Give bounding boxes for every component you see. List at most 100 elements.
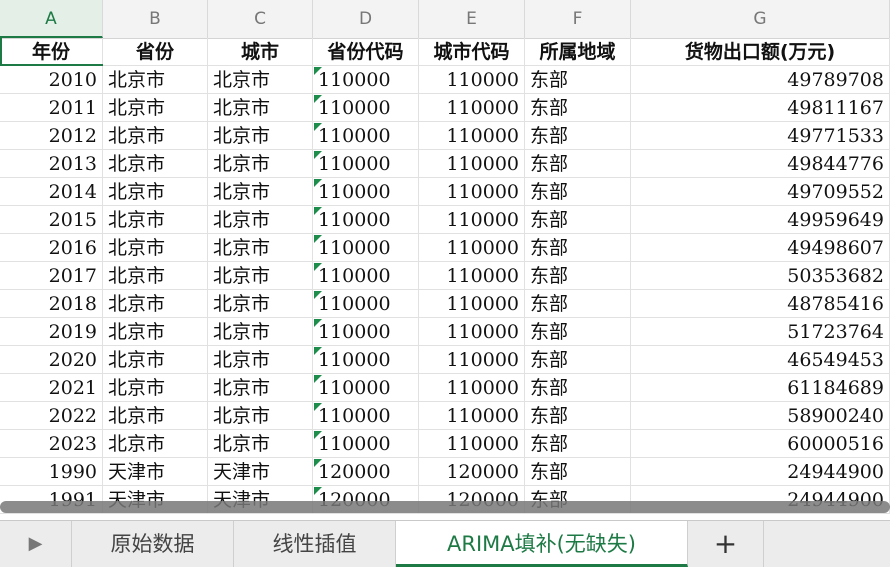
cell-export-value[interactable]: 48785416 bbox=[631, 290, 890, 318]
cell-province-code[interactable]: 110000 bbox=[313, 66, 419, 94]
column-header-a[interactable]: A bbox=[0, 0, 103, 38]
header-cell-city[interactable]: 城市 bbox=[208, 38, 313, 66]
cell-city-code[interactable]: 120000 bbox=[419, 458, 525, 486]
cell-province[interactable]: 天津市 bbox=[103, 458, 208, 486]
tab-arima-filled[interactable]: ARIMA填补(无缺失) bbox=[396, 521, 688, 567]
tab-raw-data[interactable]: 原始数据 bbox=[72, 521, 234, 567]
cell-province-code[interactable]: 110000 bbox=[313, 234, 419, 262]
cell-export-value[interactable]: 61184689 bbox=[631, 374, 890, 402]
cell-province[interactable]: 北京市 bbox=[103, 66, 208, 94]
cell-region[interactable]: 东部 bbox=[525, 94, 631, 122]
cell-city[interactable]: 北京市 bbox=[208, 290, 313, 318]
cell-export-value[interactable]: 58900240 bbox=[631, 402, 890, 430]
cell-region[interactable]: 东部 bbox=[525, 458, 631, 486]
cell-year[interactable]: 2014 bbox=[0, 178, 103, 206]
cell-province[interactable]: 北京市 bbox=[103, 402, 208, 430]
cell-city-code[interactable]: 110000 bbox=[419, 66, 525, 94]
header-cell-province[interactable]: 省份 bbox=[103, 38, 208, 66]
cell-province[interactable]: 北京市 bbox=[103, 262, 208, 290]
cell-region[interactable]: 东部 bbox=[525, 430, 631, 458]
horizontal-scrollbar[interactable] bbox=[0, 501, 890, 513]
cell-export-value[interactable]: 46549453 bbox=[631, 346, 890, 374]
cell-province-code[interactable]: 110000 bbox=[313, 150, 419, 178]
cell-city-code[interactable]: 110000 bbox=[419, 402, 525, 430]
cell-city-code[interactable]: 110000 bbox=[419, 122, 525, 150]
cell-year[interactable]: 2022 bbox=[0, 402, 103, 430]
cell-region[interactable]: 东部 bbox=[525, 150, 631, 178]
cell-export-value[interactable]: 49844776 bbox=[631, 150, 890, 178]
cell-city-code[interactable]: 110000 bbox=[419, 150, 525, 178]
cell-year[interactable]: 2023 bbox=[0, 430, 103, 458]
plus-icon[interactable]: + bbox=[688, 521, 764, 567]
cell-export-value[interactable]: 24944900 bbox=[631, 458, 890, 486]
cell-city[interactable]: 北京市 bbox=[208, 430, 313, 458]
cell-year[interactable]: 2018 bbox=[0, 290, 103, 318]
cell-province-code[interactable]: 110000 bbox=[313, 430, 419, 458]
header-cell-province-code[interactable]: 省份代码 bbox=[313, 38, 419, 66]
cell-region[interactable]: 东部 bbox=[525, 290, 631, 318]
cell-city-code[interactable]: 110000 bbox=[419, 178, 525, 206]
cell-export-value[interactable]: 50353682 bbox=[631, 262, 890, 290]
cell-city[interactable]: 北京市 bbox=[208, 150, 313, 178]
cell-province-code[interactable]: 110000 bbox=[313, 402, 419, 430]
cell-province-code[interactable]: 110000 bbox=[313, 122, 419, 150]
play-triangle-icon[interactable]: ▶ bbox=[0, 521, 72, 567]
cell-province[interactable]: 北京市 bbox=[103, 178, 208, 206]
cell-export-value[interactable]: 49498607 bbox=[631, 234, 890, 262]
header-cell-region[interactable]: 所属地域 bbox=[525, 38, 631, 66]
cell-year[interactable]: 2020 bbox=[0, 346, 103, 374]
cell-region[interactable]: 东部 bbox=[525, 234, 631, 262]
cell-province[interactable]: 北京市 bbox=[103, 206, 208, 234]
header-cell-city-code[interactable]: 城市代码 bbox=[419, 38, 525, 66]
column-header-c[interactable]: C bbox=[208, 0, 313, 38]
cell-region[interactable]: 东部 bbox=[525, 402, 631, 430]
cell-city[interactable]: 北京市 bbox=[208, 234, 313, 262]
cell-city-code[interactable]: 110000 bbox=[419, 346, 525, 374]
cell-city-code[interactable]: 110000 bbox=[419, 94, 525, 122]
header-cell-export-value[interactable]: 货物出口额(万元) bbox=[631, 38, 890, 66]
cell-region[interactable]: 东部 bbox=[525, 66, 631, 94]
cell-province-code[interactable]: 110000 bbox=[313, 346, 419, 374]
column-header-d[interactable]: D bbox=[313, 0, 419, 38]
cell-city-code[interactable]: 110000 bbox=[419, 234, 525, 262]
cell-year[interactable]: 2019 bbox=[0, 318, 103, 346]
cell-city-code[interactable]: 110000 bbox=[419, 206, 525, 234]
cell-city[interactable]: 北京市 bbox=[208, 94, 313, 122]
column-header-e[interactable]: E bbox=[419, 0, 525, 38]
cell-city-code[interactable]: 110000 bbox=[419, 318, 525, 346]
cell-province-code[interactable]: 110000 bbox=[313, 290, 419, 318]
cell-province-code[interactable]: 110000 bbox=[313, 262, 419, 290]
cell-year[interactable]: 1990 bbox=[0, 458, 103, 486]
cell-region[interactable]: 东部 bbox=[525, 178, 631, 206]
cell-region[interactable]: 东部 bbox=[525, 346, 631, 374]
cell-province[interactable]: 北京市 bbox=[103, 290, 208, 318]
cell-year[interactable]: 2017 bbox=[0, 262, 103, 290]
cell-export-value[interactable]: 49811167 bbox=[631, 94, 890, 122]
cell-province[interactable]: 北京市 bbox=[103, 122, 208, 150]
cell-province-code[interactable]: 110000 bbox=[313, 374, 419, 402]
cell-year[interactable]: 2011 bbox=[0, 94, 103, 122]
cell-province[interactable]: 北京市 bbox=[103, 150, 208, 178]
cell-province-code[interactable]: 110000 bbox=[313, 318, 419, 346]
cell-province[interactable]: 北京市 bbox=[103, 94, 208, 122]
cell-city-code[interactable]: 110000 bbox=[419, 262, 525, 290]
cell-city-code[interactable]: 110000 bbox=[419, 430, 525, 458]
cell-city[interactable]: 北京市 bbox=[208, 374, 313, 402]
tab-linear-interpolation[interactable]: 线性插值 bbox=[234, 521, 396, 567]
cell-province[interactable]: 北京市 bbox=[103, 374, 208, 402]
cell-province[interactable]: 北京市 bbox=[103, 318, 208, 346]
cell-city[interactable]: 北京市 bbox=[208, 402, 313, 430]
column-header-b[interactable]: B bbox=[103, 0, 208, 38]
cell-city[interactable]: 天津市 bbox=[208, 458, 313, 486]
cell-province-code[interactable]: 110000 bbox=[313, 206, 419, 234]
column-header-g[interactable]: G bbox=[631, 0, 890, 38]
cell-export-value[interactable]: 49709552 bbox=[631, 178, 890, 206]
cell-province[interactable]: 北京市 bbox=[103, 430, 208, 458]
cell-export-value[interactable]: 49959649 bbox=[631, 206, 890, 234]
cell-region[interactable]: 东部 bbox=[525, 262, 631, 290]
cell-city[interactable]: 北京市 bbox=[208, 206, 313, 234]
cell-city-code[interactable]: 110000 bbox=[419, 374, 525, 402]
cell-province-code[interactable]: 110000 bbox=[313, 178, 419, 206]
cell-region[interactable]: 东部 bbox=[525, 318, 631, 346]
cell-province-code[interactable]: 120000 bbox=[313, 458, 419, 486]
